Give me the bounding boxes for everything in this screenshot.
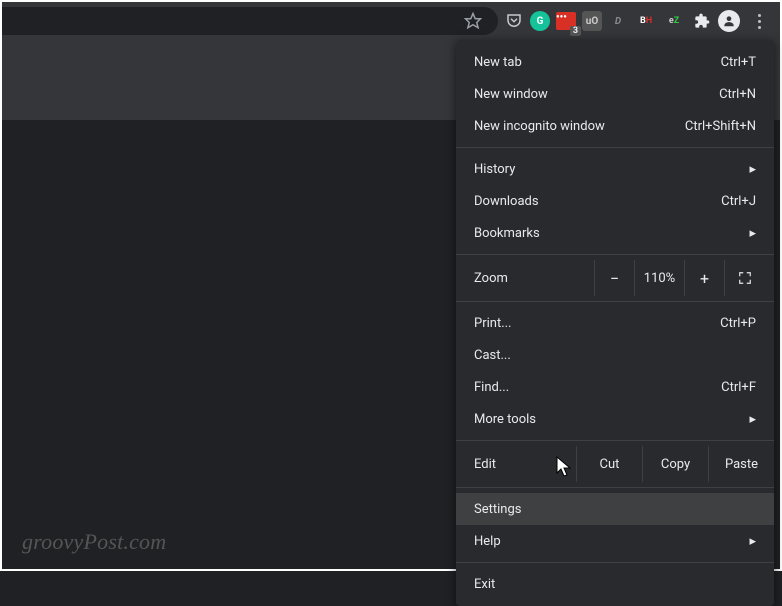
submenu-arrow-icon: ▸ [746, 412, 756, 427]
extension-pocket-icon[interactable] [502, 9, 526, 33]
menu-label: Find... [474, 380, 721, 395]
menu-item-help[interactable]: Help ▸ [456, 525, 774, 557]
menu-shortcut: Ctrl+F [721, 380, 756, 395]
zoom-in-button[interactable]: + [684, 260, 724, 296]
menu-item-history[interactable]: History ▸ [456, 153, 774, 185]
edit-label: Edit [474, 457, 576, 472]
chrome-menu-button[interactable] [744, 6, 774, 36]
menu-item-new-tab[interactable]: New tab Ctrl+T [456, 46, 774, 78]
menu-item-new-window[interactable]: New window Ctrl+N [456, 78, 774, 110]
menu-separator [456, 487, 774, 488]
zoom-out-button[interactable]: − [594, 260, 634, 296]
zoom-value: 110% [634, 260, 684, 296]
extensions-button[interactable] [690, 9, 714, 33]
kebab-icon [758, 14, 761, 29]
menu-label: Settings [474, 502, 756, 517]
fullscreen-button[interactable] [724, 260, 764, 296]
menu-separator [456, 562, 774, 563]
menu-item-bookmarks[interactable]: Bookmarks ▸ [456, 217, 774, 249]
menu-shortcut: Ctrl+N [719, 87, 756, 102]
zoom-label: Zoom [474, 271, 594, 286]
menu-shortcut: Ctrl+P [720, 316, 756, 331]
menu-item-settings[interactable]: Settings [456, 493, 774, 525]
menu-separator [456, 301, 774, 302]
menu-item-more-tools[interactable]: More tools ▸ [456, 403, 774, 435]
menu-item-zoom: Zoom − 110% + [456, 260, 774, 296]
menu-item-downloads[interactable]: Downloads Ctrl+J [456, 185, 774, 217]
edit-copy-button[interactable]: Copy [642, 446, 708, 482]
edit-cut-button[interactable]: Cut [576, 446, 642, 482]
menu-item-cast[interactable]: Cast... [456, 339, 774, 371]
menu-item-exit[interactable]: Exit [456, 568, 774, 600]
menu-item-new-incognito[interactable]: New incognito window Ctrl+Shift+N [456, 110, 774, 142]
watermark-text: groovyPost.com [22, 529, 166, 555]
chrome-main-menu: New tab Ctrl+T New window Ctrl+N New inc… [456, 40, 774, 606]
menu-separator [456, 440, 774, 441]
menu-item-edit: Edit Cut Copy Paste [456, 446, 774, 482]
menu-separator [456, 147, 774, 148]
menu-shortcut: Ctrl+Shift+N [685, 119, 756, 134]
extension-bh-icon[interactable]: BH [634, 9, 658, 33]
submenu-arrow-icon: ▸ [746, 162, 756, 177]
menu-label: Print... [474, 316, 720, 331]
menu-label: Help [474, 534, 746, 549]
menu-label: Downloads [474, 194, 721, 209]
menu-item-print[interactable]: Print... Ctrl+P [456, 307, 774, 339]
menu-label: New window [474, 87, 719, 102]
menu-shortcut: Ctrl+J [721, 194, 756, 209]
profile-avatar-button[interactable] [718, 10, 740, 32]
menu-separator [456, 254, 774, 255]
omnibox[interactable] [2, 7, 498, 35]
menu-label: Bookmarks [474, 226, 746, 241]
submenu-arrow-icon: ▸ [746, 226, 756, 241]
menu-label: More tools [474, 412, 746, 427]
menu-label: New incognito window [474, 119, 685, 134]
submenu-arrow-icon: ▸ [746, 534, 756, 549]
browser-toolbar: G •••3 uO D BH eZ [2, 2, 780, 40]
extension-lastpass-icon[interactable]: •••3 [554, 9, 578, 33]
menu-label: Exit [474, 577, 756, 592]
extension-ez-icon[interactable]: eZ [662, 9, 686, 33]
extension-d-icon[interactable]: D [606, 9, 630, 33]
menu-item-find[interactable]: Find... Ctrl+F [456, 371, 774, 403]
menu-label: History [474, 162, 746, 177]
extension-badge: 3 [570, 26, 581, 36]
bookmark-star-icon[interactable] [458, 6, 488, 36]
edit-paste-button[interactable]: Paste [708, 446, 774, 482]
menu-label: New tab [474, 55, 721, 70]
menu-shortcut: Ctrl+T [721, 55, 756, 70]
menu-label: Cast... [474, 348, 756, 363]
extension-grammarly-icon[interactable]: G [530, 11, 550, 31]
extension-ublock-icon[interactable]: uO [582, 11, 602, 31]
